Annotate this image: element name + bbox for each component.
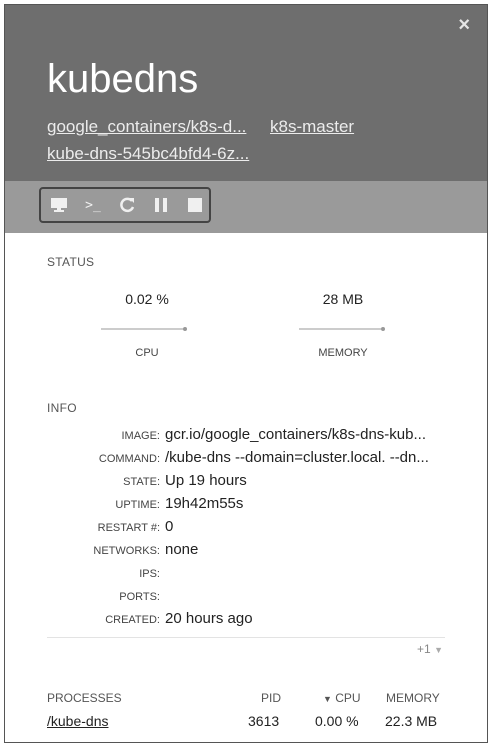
info-row-image: IMAGE: gcr.io/google_containers/k8s-dns-… (5, 425, 487, 447)
info-key: CREATED: (105, 614, 160, 626)
info-row-created: CREATED: 20 hours ago (5, 609, 487, 631)
monitor-icon[interactable] (49, 195, 69, 215)
pause-icon[interactable] (151, 195, 171, 215)
info-value: none (165, 541, 199, 558)
info-section-label: INFO (47, 401, 77, 415)
process-pid: 3613 (248, 713, 280, 729)
status-section-label: STATUS (47, 255, 95, 269)
info-key: IPS: (139, 568, 160, 580)
show-more-label: +1 (417, 642, 431, 656)
info-key: PORTS: (119, 591, 160, 603)
cpu-value: 0.02 % (125, 291, 169, 307)
info-value: 19h42m55s (165, 495, 244, 512)
page-title: kubedns (47, 57, 199, 101)
info-value: 20 hours ago (165, 610, 253, 627)
processes-header-cpu-label: CPU (335, 691, 361, 705)
info-row-ports: PORTS: (5, 586, 487, 608)
memory-value: 28 MB (322, 291, 364, 307)
info-value: 0 (165, 518, 174, 535)
show-more-toggle[interactable]: +1 ▼ (417, 642, 443, 656)
info-key: STATE: (123, 476, 160, 488)
details-header: × kubedns google_containers/k8s-d... k8s… (5, 5, 487, 181)
process-name-link[interactable]: /kube-dns (47, 713, 108, 729)
processes-header-name[interactable]: PROCESSES (47, 691, 122, 705)
info-key: UPTIME: (115, 499, 160, 511)
info-divider (47, 637, 445, 638)
terminal-icon[interactable]: >_ (83, 195, 103, 215)
info-row-command: COMMAND: /kube-dns --domain=cluster.loca… (5, 448, 487, 470)
info-key: RESTART #: (97, 522, 160, 534)
memory-sparkline (299, 327, 385, 331)
pod-link[interactable]: kube-dns-545bc4bfd4-6z... (47, 144, 249, 164)
info-key: IMAGE: (121, 430, 160, 442)
terminal-glyph: >_ (85, 197, 101, 213)
processes-header-cpu[interactable]: ▼ CPU (323, 691, 361, 705)
caret-down-icon: ▼ (434, 645, 443, 655)
info-row-state: STATE: Up 19 hours (5, 471, 487, 493)
processes-header-pid[interactable]: PID (261, 691, 281, 705)
sort-desc-icon: ▼ (323, 694, 332, 704)
process-memory: 22.3 MB (385, 713, 438, 729)
info-row-restart: RESTART #: 0 (5, 517, 487, 539)
image-link[interactable]: google_containers/k8s-d... (47, 117, 246, 137)
restart-icon[interactable] (117, 195, 137, 215)
node-link[interactable]: k8s-master (270, 117, 354, 137)
stop-icon[interactable] (185, 195, 205, 215)
toolbar-band: >_ (5, 181, 487, 233)
memory-label: MEMORY (318, 347, 368, 359)
info-value: /kube-dns --domain=cluster.local. --dn..… (165, 449, 429, 466)
info-row-ips: IPS: (5, 563, 487, 585)
info-value: gcr.io/google_containers/k8s-dns-kub... (165, 426, 426, 443)
container-controls: >_ (39, 187, 211, 223)
info-row-networks: NETWORKS: none (5, 540, 487, 562)
info-value: Up 19 hours (165, 472, 247, 489)
processes-header-memory[interactable]: MEMORY (386, 691, 440, 705)
close-icon[interactable]: × (458, 15, 470, 35)
info-key: COMMAND: (98, 453, 160, 465)
cpu-sparkline (101, 327, 187, 331)
process-cpu: 0.00 % (315, 713, 359, 729)
info-row-uptime: UPTIME: 19h42m55s (5, 494, 487, 516)
details-panel: × kubedns google_containers/k8s-d... k8s… (4, 4, 488, 743)
info-key: NETWORKS: (93, 545, 160, 557)
cpu-label: CPU (135, 347, 159, 359)
